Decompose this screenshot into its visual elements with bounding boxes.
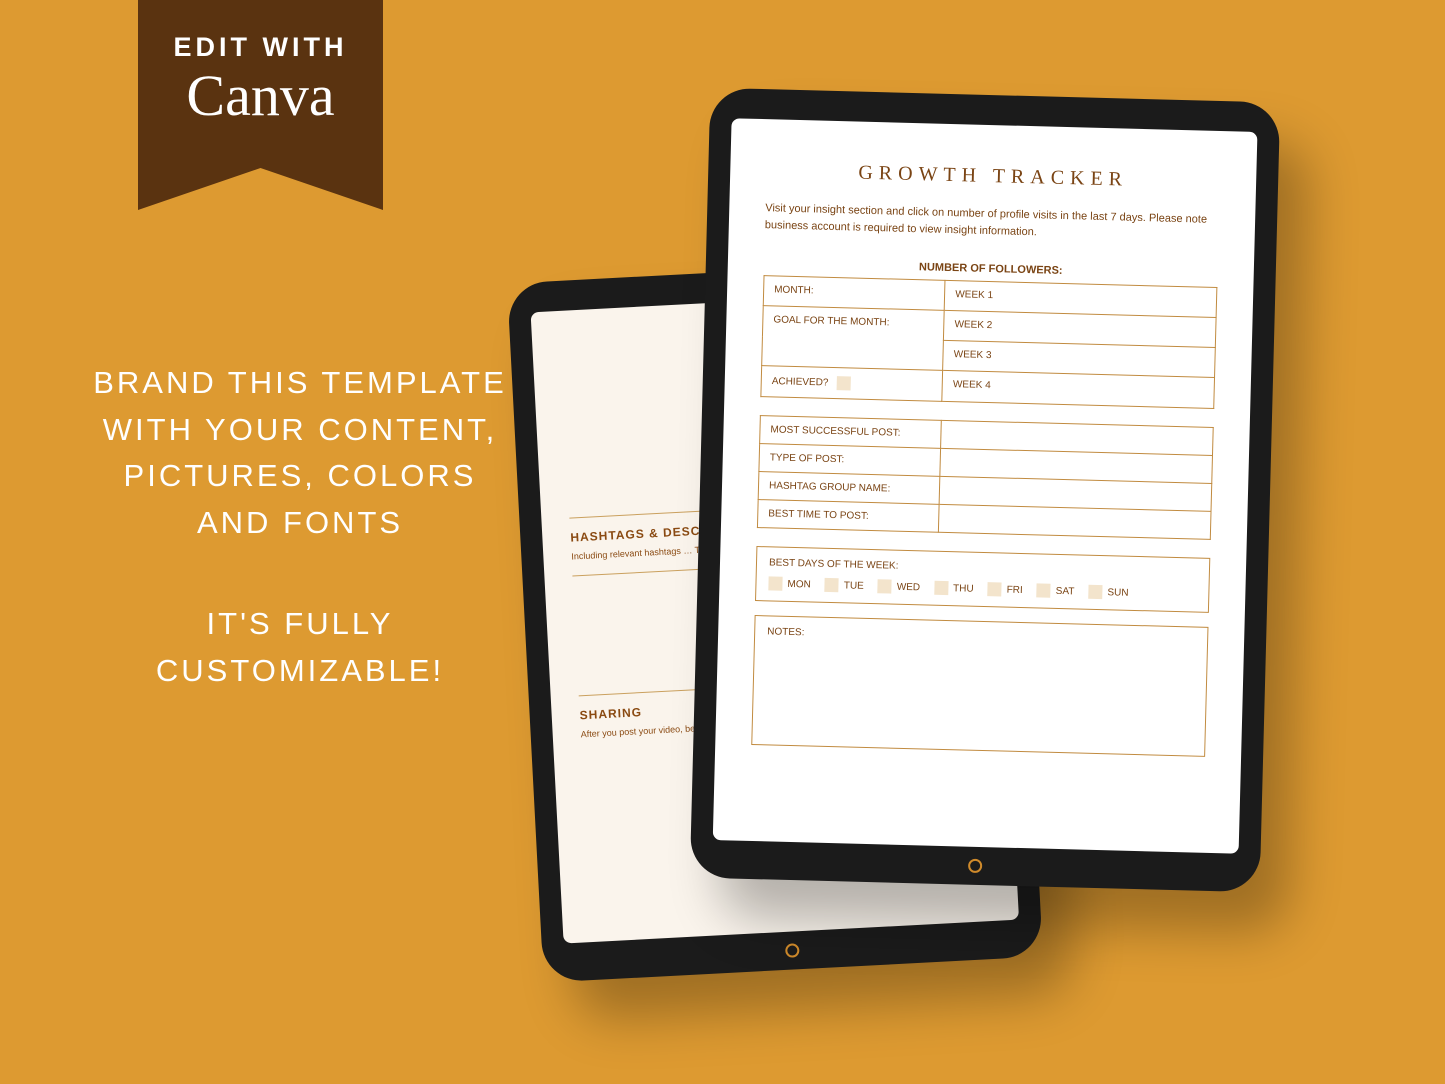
week-cell: WEEK 4 — [942, 370, 1215, 408]
day-sun: SUN — [1088, 585, 1128, 600]
day-label: FRI — [1007, 584, 1023, 595]
day-checkbox[interactable] — [987, 582, 1001, 596]
post-info-table: MOST SUCCESSFUL POST: TYPE OF POST: HASH… — [757, 415, 1214, 540]
growth-tracker-intro: Visit your insight section and click on … — [765, 200, 1220, 245]
achieved-checkbox[interactable] — [837, 376, 851, 390]
label-achieved-text: ACHIEVED? — [772, 376, 829, 388]
ribbon-line2: Canva — [138, 67, 383, 125]
day-checkbox[interactable] — [768, 576, 782, 590]
day-checkbox[interactable] — [934, 581, 948, 595]
day-label: SAT — [1056, 585, 1075, 596]
day-label: WED — [897, 581, 921, 593]
day-label: THU — [953, 583, 974, 595]
best-days-box: BEST DAYS OF THE WEEK: MON TUE WED THU F… — [755, 546, 1210, 613]
info-value[interactable] — [939, 504, 1211, 539]
day-wed: WED — [878, 579, 921, 594]
marketing-block1: BRAND THIS TEMPLATE WITH YOUR CONTENT, P… — [90, 360, 510, 546]
home-button-icon — [785, 943, 800, 958]
day-thu: THU — [934, 581, 974, 596]
marketing-copy: BRAND THIS TEMPLATE WITH YOUR CONTENT, P… — [90, 360, 510, 694]
tablet-front: GROWTH TRACKER Visit your insight sectio… — [690, 88, 1280, 893]
days-row: MON TUE WED THU FRI SAT SUN — [768, 576, 1196, 601]
day-label: TUE — [844, 580, 864, 592]
label-goal: GOAL FOR THE MONTH: — [762, 306, 945, 371]
day-tue: TUE — [825, 578, 864, 593]
day-checkbox[interactable] — [825, 578, 839, 592]
day-label: SUN — [1107, 587, 1128, 599]
notes-label: NOTES: — [767, 626, 805, 638]
day-checkbox[interactable] — [1037, 583, 1051, 597]
growth-tracker-title: GROWTH TRACKER — [766, 159, 1220, 194]
day-sat: SAT — [1037, 583, 1075, 598]
label-month: MONTH: — [763, 276, 945, 311]
info-row: BEST TIME TO POST: — [757, 500, 939, 533]
day-checkbox[interactable] — [1088, 585, 1102, 599]
day-checkbox[interactable] — [878, 579, 892, 593]
day-mon: MON — [768, 576, 811, 591]
notes-box[interactable]: NOTES: — [751, 615, 1208, 757]
home-button-icon — [968, 859, 982, 873]
best-days-label: BEST DAYS OF THE WEEK: — [769, 557, 1197, 579]
label-achieved: ACHIEVED? — [761, 366, 943, 402]
day-label: MON — [787, 578, 811, 590]
ribbon-line1: EDIT WITH — [138, 32, 383, 63]
edit-with-canva-badge: EDIT WITH Canva — [138, 0, 383, 210]
tablet-front-screen: GROWTH TRACKER Visit your insight sectio… — [713, 118, 1258, 854]
day-fri: FRI — [987, 582, 1022, 597]
marketing-block2: IT'S FULLY CUSTOMIZABLE! — [90, 601, 510, 694]
followers-table: MONTH: WEEK 1 GOAL FOR THE MONTH: WEEK 2… — [760, 275, 1217, 409]
